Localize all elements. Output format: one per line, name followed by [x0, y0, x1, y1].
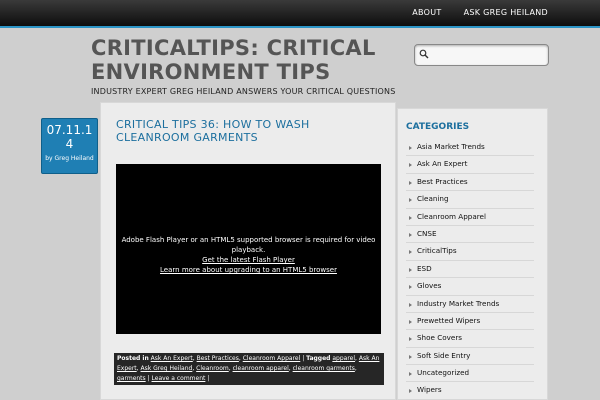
category-link[interactable]: Best Practices [197, 355, 239, 362]
sidebar: CATEGORIES Asia Market Trends Ask An Exp… [397, 108, 548, 400]
posted-in-label: Posted in [117, 355, 149, 362]
nav-about[interactable]: ABOUT [412, 0, 441, 26]
tag-link[interactable]: cleanroom apparel [233, 365, 289, 372]
flash-required-message: Adobe Flash Player or an HTML5 supported… [121, 236, 376, 254]
categories-heading: CATEGORIES [406, 122, 470, 132]
category-item[interactable]: CriticalTips [406, 243, 534, 261]
post-date-badge: 07.11.14 by Greg Heiland [41, 118, 98, 174]
search-input[interactable] [433, 47, 547, 63]
html5-browser-link[interactable]: Learn more about upgrading to an HTML5 b… [160, 266, 337, 274]
category-item[interactable]: Soft Side Entry [406, 348, 534, 366]
category-link[interactable]: Cleanroom Apparel [243, 355, 301, 362]
top-bar: ABOUT ASK GREG HEILAND [0, 0, 600, 28]
category-item[interactable]: Uncategorized [406, 365, 534, 383]
tag-link[interactable]: garments [117, 375, 146, 382]
site-title[interactable]: CRITICALTIPS: CRITICAL ENVIRONMENT TIPS [91, 36, 401, 84]
main-content: CRITICAL TIPS 36: HOW TO WASH CLEANROOM … [100, 102, 396, 400]
post-author: by Greg Heiland [45, 155, 94, 162]
tag-link[interactable]: apparel [332, 355, 355, 362]
category-item[interactable]: Cleaning [406, 191, 534, 209]
post-title[interactable]: CRITICAL TIPS 36: HOW TO WASH CLEANROOM … [116, 118, 386, 144]
category-item[interactable]: ESD [406, 261, 534, 279]
site-tagline: INDUSTRY EXPERT GREG HEILAND ANSWERS YOU… [91, 87, 396, 96]
category-item[interactable]: Wipers [406, 382, 534, 400]
category-item[interactable]: Ask An Expert [406, 156, 534, 174]
tag-link[interactable]: cleanroom garments [293, 365, 355, 372]
category-item[interactable]: Asia Market Trends [406, 139, 534, 157]
category-item[interactable]: Shoe Covers [406, 330, 534, 348]
post-meta: Posted in Ask An Expert, Best Practices,… [114, 353, 384, 385]
category-list: Asia Market Trends Ask An Expert Best Pr… [406, 139, 534, 400]
tag-link[interactable]: Cleanroom [196, 365, 229, 372]
category-item[interactable]: Industry Market Trends [406, 296, 534, 313]
tagged-label: Tagged [306, 355, 331, 362]
category-item[interactable]: Cleanroom Apparel [406, 209, 534, 226]
post-date: 07.11.14 [46, 123, 93, 151]
video-player[interactable]: Adobe Flash Player or an HTML5 supported… [116, 164, 381, 334]
flash-player-link[interactable]: Get the latest Flash Player [202, 256, 295, 264]
nav-ask-greg-heiland[interactable]: ASK GREG HEILAND [464, 0, 548, 26]
category-item[interactable]: Gloves [406, 278, 534, 296]
category-item[interactable]: Best Practices [406, 174, 534, 192]
video-message-block: Adobe Flash Player or an HTML5 supported… [116, 235, 381, 275]
category-link[interactable]: Ask An Expert [151, 355, 193, 362]
category-item[interactable]: Prewetted Wipers [406, 313, 534, 331]
search-icon [419, 49, 429, 59]
tag-link[interactable]: Ask Greg Heiland [141, 365, 193, 372]
top-nav: ABOUT ASK GREG HEILAND [390, 0, 548, 26]
category-item[interactable]: CNSE [406, 226, 534, 244]
search-box[interactable] [414, 44, 549, 66]
leave-comment-link[interactable]: Leave a comment [152, 375, 206, 382]
